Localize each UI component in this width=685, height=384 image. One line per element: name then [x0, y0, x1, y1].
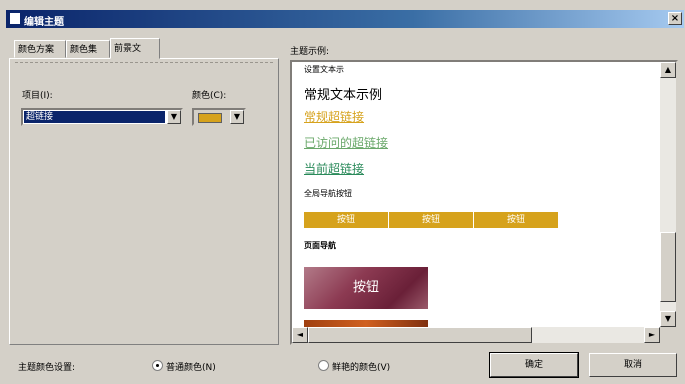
nav-button[interactable]: 按钮	[474, 212, 558, 228]
preview-link[interactable]: 常规超链接	[304, 108, 364, 125]
item-selected-value: 超链接	[24, 111, 165, 123]
title-bar: 编辑主题 ×	[6, 10, 684, 28]
normal-color-radio[interactable]	[152, 360, 163, 371]
item-combobox[interactable]: 超链接 ▼	[21, 108, 183, 126]
scroll-thumb[interactable]	[308, 327, 532, 343]
vivid-color-label[interactable]: 鲜艳的颜色(V)	[332, 360, 390, 373]
app-icon	[10, 13, 20, 24]
theme-preview: 设置文本示 常规文本示例 常规超链接 已访问的超链接 当前超链接 全局导航按钮 …	[290, 60, 678, 345]
tab-panel	[9, 58, 279, 345]
preview-heading: 设置文本示	[304, 65, 344, 74]
item-label: 项目(I):	[22, 91, 53, 101]
scroll-corner	[660, 327, 676, 343]
preview-active-link[interactable]: 当前超链接	[304, 160, 364, 177]
preview-label: 主题示例:	[290, 47, 330, 57]
chevron-down-icon[interactable]: ▼	[167, 110, 181, 124]
scroll-left-icon[interactable]: ◄	[292, 327, 308, 343]
scroll-right-icon[interactable]: ►	[644, 327, 660, 343]
nav-button[interactable]: 按钮	[304, 212, 388, 228]
window-title: 编辑主题	[24, 17, 64, 28]
horizontal-scrollbar[interactable]: ◄ ►	[292, 327, 660, 343]
close-button[interactable]: ×	[668, 12, 682, 25]
tab-foreground-text[interactable]: 前景文	[110, 38, 160, 59]
ok-button[interactable]: 确定	[489, 352, 579, 378]
tab-color-scheme[interactable]: 颜色方案	[14, 40, 66, 58]
preview-nav-label: 全局导航按钮	[304, 189, 352, 198]
chevron-down-icon[interactable]: ▼	[230, 110, 244, 124]
normal-color-label[interactable]: 普通颜色(N)	[166, 360, 216, 373]
tab-color-set[interactable]: 颜色集	[66, 40, 110, 58]
preview-visited-link[interactable]: 已访问的超链接	[304, 134, 388, 151]
color-label: 颜色(C):	[192, 91, 227, 101]
nav-button[interactable]: 按钮	[389, 212, 473, 228]
preview-banner-label: 页面导航	[304, 241, 336, 250]
color-swatch	[198, 113, 222, 123]
radio-dot	[156, 364, 159, 367]
scroll-down-icon[interactable]: ▼	[660, 311, 676, 327]
color-picker[interactable]: ▼	[192, 108, 246, 126]
color-setting-label: 主题颜色设置:	[18, 363, 76, 373]
divider	[15, 62, 273, 63]
edit-theme-dialog: 编辑主题 × 颜色方案 颜色集 前景文 项目(I): 超链接 ▼ 颜色(C): …	[0, 0, 685, 384]
scroll-thumb[interactable]	[660, 232, 676, 302]
scroll-up-icon[interactable]: ▲	[660, 62, 676, 78]
preview-normal-text: 常规文本示例	[304, 88, 383, 103]
global-nav-bar: 按钮 按钮 按钮	[304, 212, 558, 228]
vivid-color-radio[interactable]	[318, 360, 329, 371]
preview-banner-button[interactable]: 按钮	[304, 267, 428, 309]
cancel-button[interactable]: 取消	[589, 353, 677, 377]
vertical-scrollbar[interactable]: ▲ ▼	[660, 62, 676, 327]
